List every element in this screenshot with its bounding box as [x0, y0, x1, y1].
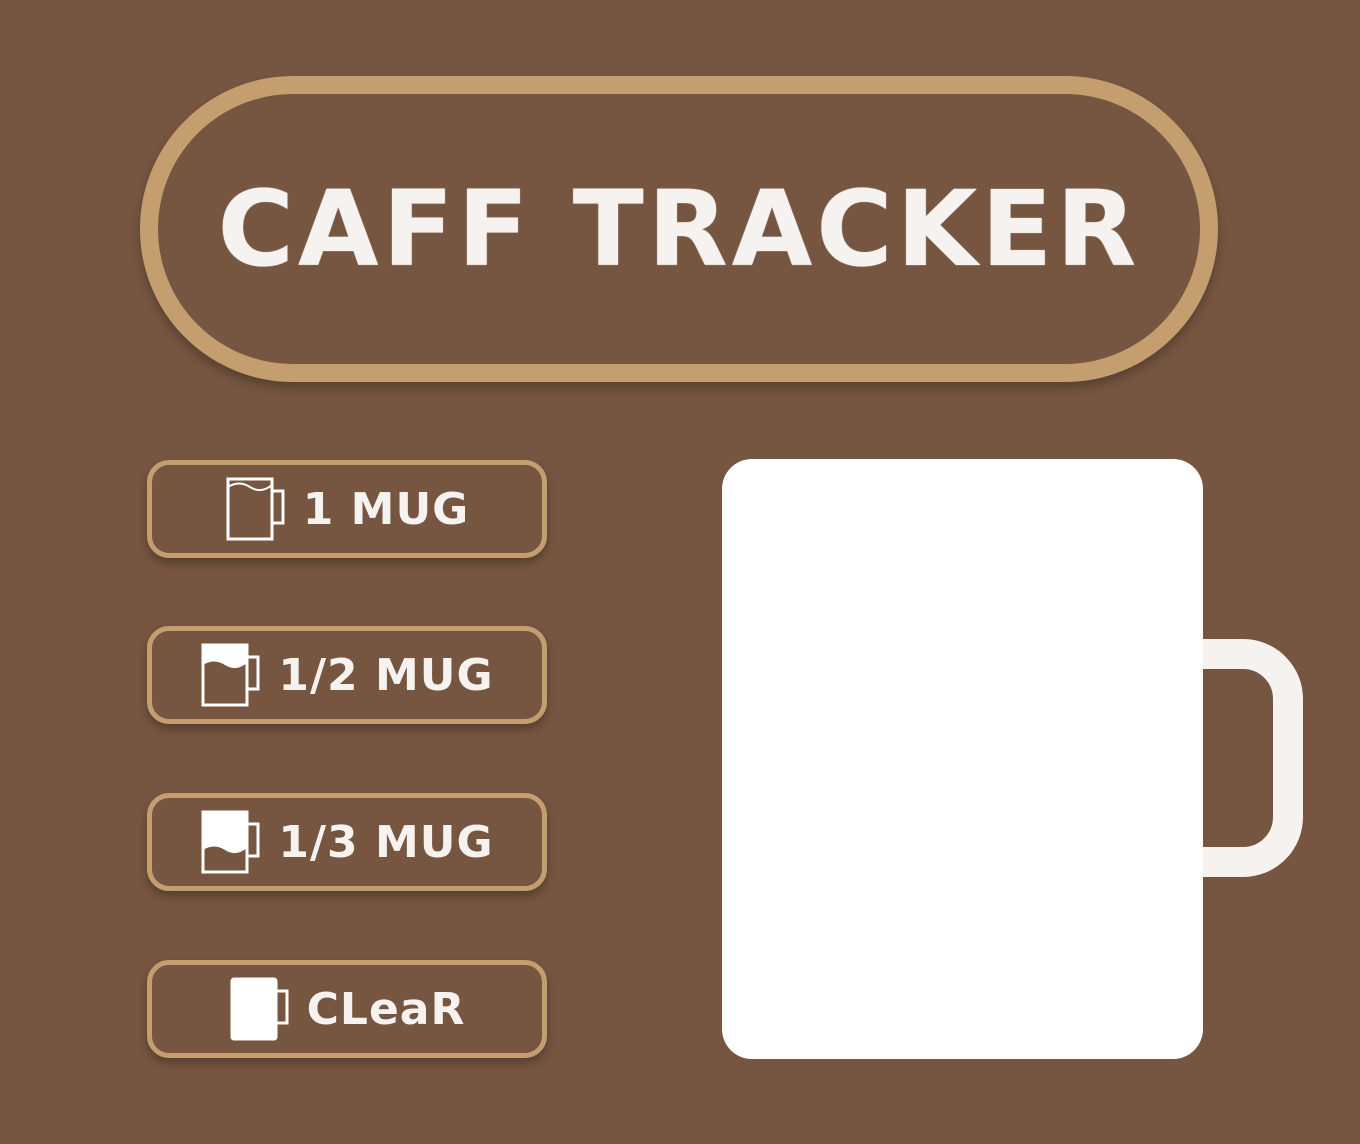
empty-mug-icon [230, 977, 289, 1041]
full-mug-icon [226, 477, 285, 541]
title-banner: CAFF TRACKER [140, 76, 1218, 382]
mug-body [722, 459, 1203, 1059]
mug-display [722, 459, 1322, 1059]
clear-label: CLeaR [306, 983, 466, 1035]
third-mug-button[interactable]: 1/3 MUG [147, 793, 547, 891]
clear-button[interactable]: CLeaR [147, 960, 547, 1058]
half-mug-icon [201, 643, 260, 707]
half-mug-label: 1/2 MUG [278, 649, 494, 701]
one-mug-label: 1 MUG [302, 483, 470, 535]
third-mug-icon [201, 810, 260, 874]
one-mug-button[interactable]: 1 MUG [147, 460, 547, 558]
app-title: CAFF TRACKER [217, 168, 1141, 290]
half-mug-button[interactable]: 1/2 MUG [147, 626, 547, 724]
third-mug-label: 1/3 MUG [278, 816, 494, 868]
